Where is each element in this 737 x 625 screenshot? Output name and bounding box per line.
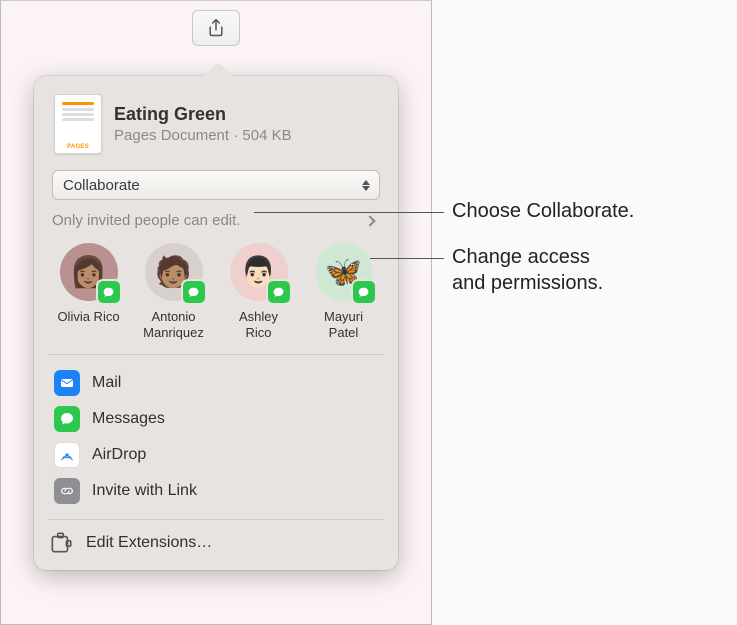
pages-document-icon: PAGES bbox=[54, 94, 102, 154]
messages-badge-icon bbox=[353, 281, 375, 303]
option-label: Mail bbox=[92, 374, 121, 392]
doc-icon-label: PAGES bbox=[67, 144, 89, 153]
messages-badge-icon bbox=[268, 281, 290, 303]
updown-arrows-icon bbox=[357, 175, 375, 195]
contact-name: Antonio Manriquez bbox=[143, 309, 204, 340]
contact-name: Ashley Rico bbox=[239, 309, 278, 340]
edit-extensions-label: Edit Extensions… bbox=[86, 534, 212, 552]
contact-name: Olivia Rico bbox=[57, 309, 119, 325]
option-mail[interactable]: Mail bbox=[48, 365, 384, 401]
messages-badge-icon bbox=[183, 281, 205, 303]
option-invite-link[interactable]: Invite with Link bbox=[48, 473, 384, 509]
messages-badge-icon bbox=[98, 281, 120, 303]
edit-extensions-button[interactable]: Edit Extensions… bbox=[34, 520, 398, 570]
mail-icon bbox=[54, 370, 80, 396]
document-meta: Pages Document · 504 KB bbox=[114, 127, 292, 144]
document-type: Pages Document bbox=[114, 127, 229, 144]
share-popover: PAGES Eating Green Pages Document · 504 … bbox=[34, 76, 398, 570]
option-airdrop[interactable]: AirDrop bbox=[48, 437, 384, 473]
contact-antonio[interactable]: 🧑🏽 Antonio Manriquez bbox=[134, 243, 214, 340]
share-options-list: Mail Messages AirDrop Invite with Link bbox=[34, 355, 398, 519]
messages-icon bbox=[54, 406, 80, 432]
collaborate-dropdown[interactable]: Collaborate bbox=[52, 170, 380, 200]
access-text: Only invited people can edit. bbox=[52, 212, 240, 229]
option-label: Invite with Link bbox=[92, 482, 197, 500]
document-header: PAGES Eating Green Pages Document · 504 … bbox=[34, 76, 398, 164]
callout-line bbox=[370, 258, 444, 259]
share-icon bbox=[206, 17, 226, 39]
contact-ashley[interactable]: 👨🏻 Ashley Rico bbox=[219, 243, 299, 340]
document-size: 504 KB bbox=[242, 127, 291, 144]
option-label: Messages bbox=[92, 410, 165, 428]
option-messages[interactable]: Messages bbox=[48, 401, 384, 437]
chevron-right-icon bbox=[364, 215, 375, 226]
contact-olivia[interactable]: 👩🏽 Olivia Rico bbox=[49, 243, 129, 340]
callout-line bbox=[254, 212, 444, 213]
contacts-row: 👩🏽 Olivia Rico 🧑🏽 Antonio Manriquez 👨🏻 bbox=[46, 243, 386, 354]
contact-name: Mayuri Patel bbox=[324, 309, 363, 340]
airdrop-icon bbox=[54, 442, 80, 468]
callout-access: Change access and permissions. bbox=[452, 244, 603, 296]
link-icon bbox=[54, 478, 80, 504]
dropdown-label: Collaborate bbox=[63, 177, 140, 194]
option-label: AirDrop bbox=[92, 446, 146, 464]
access-permissions-row[interactable]: Only invited people can edit. bbox=[52, 212, 380, 229]
callout-collaborate: Choose Collaborate. bbox=[452, 198, 634, 224]
extensions-icon bbox=[48, 530, 74, 556]
share-button[interactable] bbox=[192, 10, 240, 46]
document-title: Eating Green bbox=[114, 104, 292, 125]
